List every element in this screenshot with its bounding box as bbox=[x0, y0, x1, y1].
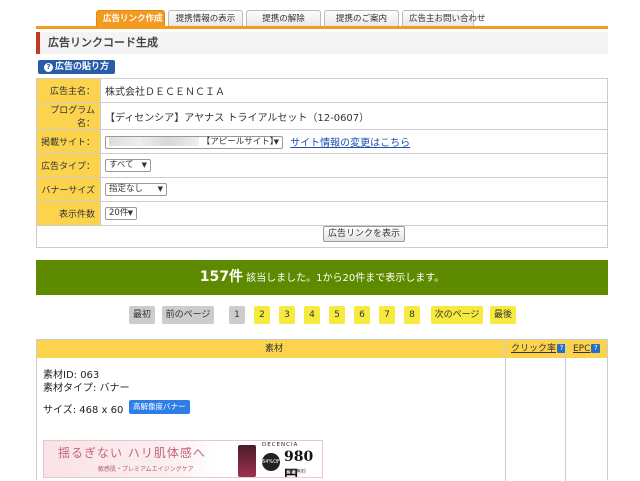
column-divider bbox=[565, 340, 566, 481]
column-divider bbox=[505, 340, 506, 481]
product-image bbox=[238, 445, 256, 477]
tab-underline bbox=[36, 26, 608, 29]
first-page-button[interactable]: 最初 bbox=[129, 306, 155, 324]
epc-header[interactable]: EPC? bbox=[573, 340, 601, 358]
program-row: プログラム名： 【ディセンシア】アヤナス トライアルセット（12-0607） bbox=[36, 102, 608, 130]
question-icon: ? bbox=[44, 63, 53, 72]
dropdown-arrow-icon: ▼ bbox=[141, 161, 147, 169]
banner-size-select-value: 指定なし bbox=[109, 184, 144, 194]
result-text: 該当しました。1から20件まで表示します。 bbox=[246, 273, 445, 284]
program-value: 【ディセンシア】アヤナス トライアルセット（12-0607） bbox=[100, 102, 608, 130]
advertiser-label: 広告主名： bbox=[36, 78, 101, 103]
advertiser-row: 広告主名： 株式会社ＤＥＣＥＮＣＩＡ bbox=[36, 78, 608, 103]
ad-type-select-value: すべて bbox=[109, 160, 134, 170]
banner-shipping: 送料無料 bbox=[286, 469, 307, 475]
page-2-button[interactable]: 2 bbox=[254, 306, 270, 324]
banner-copy: 揺るぎない ハリ肌体感へ bbox=[58, 446, 206, 460]
banner-size-select[interactable]: 指定なし ▼ bbox=[105, 183, 167, 196]
result-summary: 157件 該当しました。1から20件まで表示します。 bbox=[36, 260, 608, 295]
page-5-button[interactable]: 5 bbox=[329, 306, 345, 324]
tab-partnership-guide[interactable]: 提携のご案内 bbox=[324, 10, 399, 27]
page-6-button[interactable]: 6 bbox=[354, 306, 370, 324]
prev-page-button[interactable]: 前のページ bbox=[162, 306, 214, 324]
dropdown-arrow-icon: ▼ bbox=[273, 138, 279, 147]
ad-type-label: 広告タイプ： bbox=[36, 153, 101, 178]
submit-row: 広告リンクを表示 bbox=[36, 222, 608, 248]
per-page-select[interactable]: 20件 ▼ bbox=[105, 207, 137, 220]
change-site-info-link[interactable]: サイト情報の変更はこちら bbox=[290, 138, 410, 149]
tab-create-ad-link[interactable]: 広告リンク作成 bbox=[96, 10, 165, 27]
site-row: 掲載サイト： 【アピールサイト】 ▼ サイト情報の変更はこちら bbox=[36, 129, 608, 154]
ad-type-select[interactable]: すべて ▼ bbox=[105, 159, 151, 172]
tab-advertiser-contact[interactable]: 広告主お問い合わせ bbox=[402, 10, 486, 27]
per-page-select-value: 20件 bbox=[109, 208, 129, 218]
program-label: プログラム名： bbox=[36, 102, 101, 130]
high-resolution-banner-button[interactable]: 高解像度バナー bbox=[129, 400, 190, 414]
dropdown-arrow-icon: ▼ bbox=[157, 185, 163, 193]
site-select-value: 【アピールサイト】 bbox=[201, 137, 279, 148]
page-4-button[interactable]: 4 bbox=[304, 306, 320, 324]
advertiser-value: 株式会社ＤＥＣＥＮＣＩＡ bbox=[100, 78, 608, 103]
help-button-label: 広告の貼り方 bbox=[55, 62, 110, 72]
last-page-button[interactable]: 最後 bbox=[490, 306, 516, 324]
epc-header-label: EPC bbox=[573, 344, 591, 354]
tab-bar: 広告リンク作成 提携情報の表示 提携の解除 提携のご案内 広告主お問い合わせ bbox=[96, 10, 486, 27]
ad-link-form: 広告主名： 株式会社ＤＥＣＥＮＣＩＡ プログラム名： 【ディセンシア】アヤナス … bbox=[36, 78, 608, 226]
page-8-button[interactable]: 8 bbox=[404, 306, 420, 324]
help-icon[interactable]: ? bbox=[591, 344, 601, 353]
site-label: 掲載サイト： bbox=[36, 129, 101, 154]
result-count: 157件 bbox=[199, 269, 243, 285]
ad-type-row: 広告タイプ： すべて ▼ bbox=[36, 153, 608, 178]
ad-banner-image[interactable]: 揺るぎない ハリ肌体感へ 敏感肌・プレミアムエイジングケア DECENCIA 6… bbox=[43, 440, 323, 478]
results-table: 素材 クリック率? EPC? 素材ID: 063 素材タイプ: バナー サイズ:… bbox=[36, 339, 608, 481]
tab-partnership-info[interactable]: 提携情報の表示 bbox=[168, 10, 243, 27]
site-select[interactable]: 【アピールサイト】 ▼ bbox=[105, 136, 283, 150]
redacted-site-name bbox=[109, 137, 199, 147]
banner-brand: DECENCIA bbox=[262, 442, 299, 448]
tab-cancel-partnership[interactable]: 提携の解除 bbox=[246, 10, 321, 27]
page-3-button[interactable]: 3 bbox=[279, 306, 295, 324]
next-page-button[interactable]: 次のページ bbox=[431, 306, 483, 324]
banner-size-row: バナーサイズ 指定なし ▼ bbox=[36, 177, 608, 202]
material-header: 素材 bbox=[265, 344, 284, 354]
how-to-paste-ads-button[interactable]: ? 広告の貼り方 bbox=[38, 60, 116, 74]
dropdown-arrow-icon: ▼ bbox=[127, 209, 133, 217]
banner-subcopy: 敏感肌・プレミアムエイジングケア bbox=[98, 466, 194, 473]
page-title: 広告リンクコード生成 bbox=[36, 32, 608, 54]
banner-discount: 64%OFF bbox=[262, 453, 283, 471]
results-header: 素材 クリック率? EPC? bbox=[37, 340, 607, 358]
material-size: サイズ: 468 x 60 bbox=[43, 405, 124, 416]
pagination: 最初 前のページ 1 2 3 4 5 6 7 8 次のページ 最後 bbox=[0, 306, 640, 324]
page-7-button[interactable]: 7 bbox=[379, 306, 395, 324]
click-rate-header-label: クリック率 bbox=[511, 344, 557, 354]
banner-size-label: バナーサイズ bbox=[36, 177, 101, 202]
page-1-button[interactable]: 1 bbox=[229, 306, 245, 324]
click-rate-header[interactable]: クリック率? bbox=[511, 340, 567, 358]
show-ad-links-button[interactable]: 広告リンクを表示 bbox=[323, 226, 406, 242]
material-type: 素材タイプ: バナー bbox=[43, 383, 130, 394]
